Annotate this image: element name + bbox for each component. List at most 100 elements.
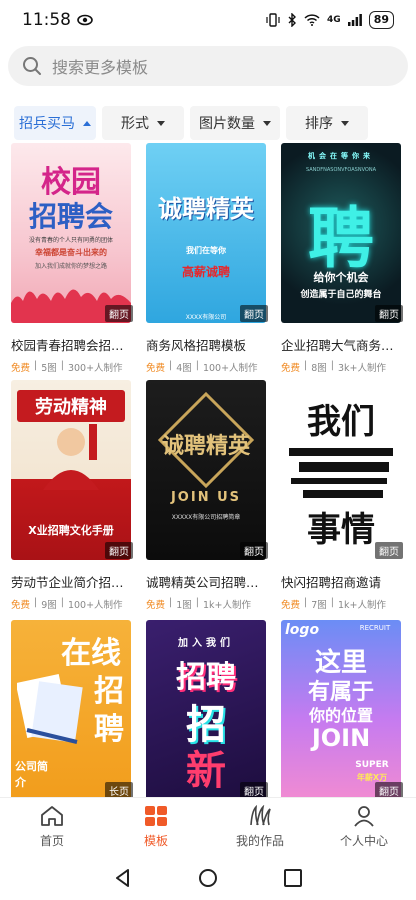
template-thumbnail[interactable]: 加入我们 招聘 招 新 <box>146 620 266 800</box>
flip-badge: 翻页 <box>375 542 403 559</box>
template-card[interactable]: 在线 招 聘 公司简介 <box>11 620 131 800</box>
caret-up-icon <box>83 120 91 126</box>
glitch-text-icon <box>289 448 393 498</box>
filter-category-label: 招兵买马 <box>19 116 75 132</box>
vibrate-icon <box>266 13 280 27</box>
caret-down-icon <box>341 120 349 126</box>
person-icon <box>354 805 374 827</box>
usage-count: 1k+人制作 <box>337 600 386 611</box>
nav-home[interactable]: 首页 <box>0 798 104 855</box>
price-badge: 免费 <box>146 363 166 374</box>
back-icon[interactable] <box>113 868 133 888</box>
filter-sort[interactable]: 排序 <box>286 106 368 140</box>
template-meta: 免费 | 7图 | 1k+人制作 <box>281 597 386 611</box>
search-input[interactable]: 搜索更多模板 <box>8 46 408 86</box>
thumb-text: XXXXX有限公司招聘简章 <box>171 514 241 521</box>
flip-badge: 翻页 <box>105 542 133 559</box>
flip-badge: 翻页 <box>240 542 268 559</box>
templates-icon <box>145 805 167 826</box>
template-thumbnail[interactable]: 诚聘精英 我们在等你 高薪诚聘 XXXX有限公司 <box>146 143 266 323</box>
template-thumbnail[interactable]: 我们 事情 <box>281 380 401 560</box>
my-works-icon <box>250 804 271 825</box>
thumb-text: SANDFNASONVFOASNVONA <box>305 167 377 173</box>
template-card[interactable]: 加入我们 招聘 招 新 <box>146 620 266 800</box>
page-count: 8图 <box>311 363 327 374</box>
template-thumbnail[interactable]: logo RECRUIT 这里 有属于 你的位置 JOIN SUPER 年薪X万 <box>281 620 401 800</box>
usage-count: 1k+人制作 <box>202 600 251 611</box>
usage-count: 100+人制作 <box>67 600 123 611</box>
template-card[interactable]: 机会在等你来 SANDFNASONVFOASNVONA 聘 给你个机会 创造属于… <box>281 143 405 374</box>
flip-badge: 翻页 <box>375 305 403 322</box>
template-card[interactable]: 我们 事情 快闪招聘招商邀请 免费 | 7图 | 1k+人制作 <box>281 380 401 611</box>
thumb-text: 聘 <box>94 712 124 747</box>
flip-badge: 翻页 <box>240 305 268 322</box>
template-card[interactable]: 校园 招聘会 没有青春的个人只有同勇的团体 幸福都是奋斗出来的 加入我们成就你的… <box>11 143 135 374</box>
bluetooth-icon <box>288 13 297 27</box>
page-count: 5图 <box>41 363 57 374</box>
template-meta: 免费 | 5图 | 300+人制作 <box>11 360 123 374</box>
search-icon <box>23 57 41 75</box>
thumb-text: 你的位置 <box>308 706 373 725</box>
network-label: 4G <box>327 15 341 25</box>
caret-down-icon <box>157 120 165 126</box>
thumb-title: 招聘 <box>176 660 236 695</box>
template-card[interactable]: 劳动精神 X业招聘文化手册 劳动节企业简介招聘… 免费 | 9图 | 100+人制作 <box>11 380 135 611</box>
filter-category[interactable]: 招兵买马 <box>14 106 96 140</box>
thumb-title: 诚聘精英 <box>158 195 254 223</box>
thumb-text: SUPER <box>355 760 389 770</box>
thumb-text: 加入我们 <box>178 638 234 649</box>
home-button-icon[interactable] <box>198 868 218 888</box>
search-bar-container: 搜索更多模板 <box>0 40 416 86</box>
page-count: 7图 <box>311 600 327 611</box>
template-title: 劳动节企业简介招聘… <box>11 575 135 590</box>
price-badge: 免费 <box>281 600 301 611</box>
thumb-text: 没有青春的个人只有同勇的团体 <box>28 237 113 244</box>
price-badge: 免费 <box>146 600 166 611</box>
nav-templates-label: 模板 <box>143 833 168 848</box>
filter-format-label: 形式 <box>121 116 149 132</box>
worker-illustration-icon <box>43 424 99 490</box>
status-time: 11:58 <box>22 10 71 30</box>
filter-sort-label: 排序 <box>305 116 333 132</box>
template-title: 诚聘精英公司招聘校… <box>146 575 270 590</box>
page-count: 4图 <box>176 363 192 374</box>
filter-format[interactable]: 形式 <box>102 106 184 140</box>
thumb-text: JOIN <box>311 724 371 752</box>
battery-indicator: 89 <box>368 11 394 29</box>
template-card[interactable]: 诚聘精英 JOIN US XXXXX有限公司招聘简章 诚聘精英公司招聘校… 免费… <box>146 380 270 611</box>
price-badge: 免费 <box>11 600 31 611</box>
template-thumbnail[interactable]: 校园 招聘会 没有青春的个人只有同勇的团体 幸福都是奋斗出来的 加入我们成就你的… <box>11 143 131 323</box>
status-right: 4G 89 <box>266 11 394 29</box>
wifi-icon <box>304 14 320 26</box>
thumb-text: 加入我们成就你的梦想之路 <box>34 263 107 270</box>
thumb-text: 公司简介 <box>15 760 48 789</box>
template-thumbnail[interactable]: 劳动精神 X业招聘文化手册 <box>11 380 131 560</box>
system-navigation <box>0 855 416 900</box>
usage-count: 100+人制作 <box>202 363 258 374</box>
price-badge: 免费 <box>11 363 31 374</box>
template-meta: 免费 | 9图 | 100+人制作 <box>11 597 123 611</box>
template-thumbnail[interactable]: 诚聘精英 JOIN US XXXXX有限公司招聘简章 <box>146 380 266 560</box>
usage-count: 300+人制作 <box>67 363 123 374</box>
recents-icon[interactable] <box>283 868 303 888</box>
template-thumbnail[interactable]: 机会在等你来 SANDFNASONVFOASNVONA 聘 给你个机会 创造属于… <box>281 143 401 323</box>
thumb-title: 聘 <box>308 200 374 277</box>
template-card[interactable]: 诚聘精英 我们在等你 高薪诚聘 XXXX有限公司 商务风格招聘模板 免费 | 4图… <box>146 143 266 374</box>
status-left: 11:58 <box>22 10 93 30</box>
template-title: 商务风格招聘模板 <box>146 338 247 353</box>
thumb-text: JOIN US <box>170 490 242 505</box>
template-card[interactable]: logo RECRUIT 这里 有属于 你的位置 JOIN SUPER 年薪X万 <box>281 620 401 800</box>
thumb-title: 劳动精神 <box>17 390 125 422</box>
nav-templates[interactable]: 模板 <box>104 798 208 855</box>
thumb-text: 给你个机会 <box>313 271 369 284</box>
template-meta: 免费 | 1图 | 1k+人制作 <box>146 597 251 611</box>
home-icon <box>41 805 63 826</box>
thumb-text: 机会在等你来 <box>308 152 374 160</box>
nav-home-label: 首页 <box>39 833 64 848</box>
thumb-text: 创造属于自己的舞台 <box>300 290 382 300</box>
filter-image-count-label: 图片数量 <box>199 116 255 132</box>
nav-my-works[interactable]: 我的作品 <box>208 798 312 855</box>
template-thumbnail[interactable]: 在线 招 聘 公司简介 <box>11 620 131 800</box>
filter-image-count[interactable]: 图片数量 <box>190 106 280 140</box>
nav-profile[interactable]: 个人中心 <box>312 798 416 855</box>
